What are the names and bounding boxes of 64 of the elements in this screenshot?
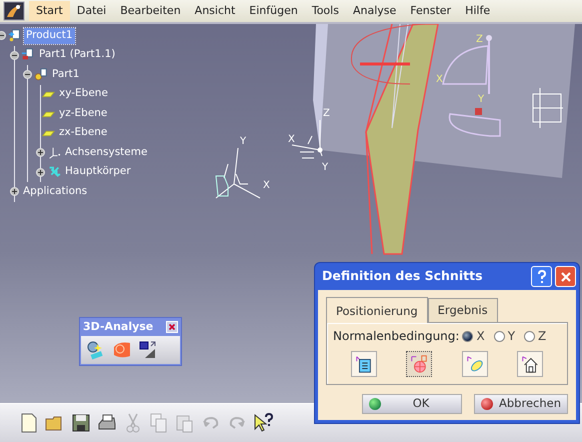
expand-toggle[interactable]	[10, 187, 19, 196]
tree-item[interactable]: Applications	[21, 184, 90, 200]
axis-label: Z	[476, 34, 483, 45]
expand-toggle[interactable]	[23, 70, 32, 80]
radio-button[interactable]	[462, 330, 474, 342]
tree-item[interactable]: zx-Ebene	[57, 125, 110, 142]
radio-button[interactable]	[524, 330, 536, 342]
radio-label: Y	[508, 328, 516, 346]
help-button[interactable]	[531, 266, 552, 287]
close-icon	[560, 270, 572, 282]
expand-toggle[interactable]	[36, 168, 45, 177]
axis-label: X	[263, 180, 270, 191]
status-ball-icon	[481, 398, 493, 410]
tab[interactable]: Ergebnis	[428, 298, 498, 322]
close-button[interactable]	[555, 266, 576, 287]
gear-icon	[34, 68, 48, 82]
toolbar-title: 3D-Analyse	[83, 319, 154, 335]
expand-toggle[interactable]	[0, 31, 6, 40]
tool-button[interactable]	[351, 351, 377, 378]
tree-item[interactable]: Part1 (Part1.1)	[37, 47, 118, 64]
status-ball-icon	[369, 398, 381, 410]
radio-button[interactable]	[494, 330, 505, 342]
tool-button[interactable]	[516, 351, 543, 378]
menu-item[interactable]: Ansicht	[188, 1, 242, 21]
radio-label: X	[476, 328, 485, 346]
menu-item[interactable]: Analyse	[346, 1, 404, 21]
axis-label: Y	[322, 162, 328, 173]
tab[interactable]: Positionierung	[326, 297, 428, 324]
app-logo-icon	[3, 1, 25, 21]
radio-label: Z	[538, 328, 546, 346]
tool-button[interactable]	[406, 351, 432, 378]
tree-item[interactable]: xy-Ebene	[57, 86, 110, 102]
axis-label: Y	[240, 136, 246, 147]
pointer-help-icon[interactable]	[252, 412, 274, 434]
tree-item[interactable]: yz-Ebene	[57, 106, 110, 122]
expand-toggle[interactable]	[10, 50, 19, 60]
menu-item[interactable]: Fenster	[403, 1, 458, 21]
menu-item[interactable]: Hilfe	[458, 1, 498, 21]
body-icon	[47, 165, 61, 180]
axis-system-icon	[47, 146, 61, 160]
expand-toggle[interactable]	[36, 148, 45, 158]
dialog-button[interactable]: Abbrechen	[474, 394, 568, 414]
menu-item[interactable]: Datei	[70, 1, 114, 21]
help-icon	[536, 270, 546, 284]
axis-label: Y	[478, 94, 484, 105]
dialog-title: Definition des Schnitts	[322, 267, 483, 286]
menu-item[interactable]: Bearbeiten	[113, 1, 188, 21]
menu-item[interactable]: Start	[29, 1, 70, 21]
part-icon	[21, 48, 35, 62]
dialog-button[interactable]: OK	[362, 394, 462, 414]
tree-item[interactable]: Achsensysteme	[63, 144, 150, 161]
menu-item[interactable]: Tools	[304, 1, 346, 21]
axis-label: Z	[323, 108, 330, 119]
menu-item[interactable]: Einfügen	[242, 1, 305, 21]
close-icon[interactable]	[167, 322, 177, 332]
axis-label: X	[288, 134, 295, 145]
target-icon	[409, 354, 430, 374]
field-label: Normalenbedingung:	[333, 328, 460, 346]
axis-label: X	[436, 74, 443, 85]
tree-item[interactable]: Part1	[50, 66, 82, 83]
home-icon	[520, 354, 540, 374]
product-icon	[8, 28, 22, 43]
table-icon	[354, 354, 374, 374]
tree-item[interactable]: Hauptkörper	[63, 164, 133, 180]
